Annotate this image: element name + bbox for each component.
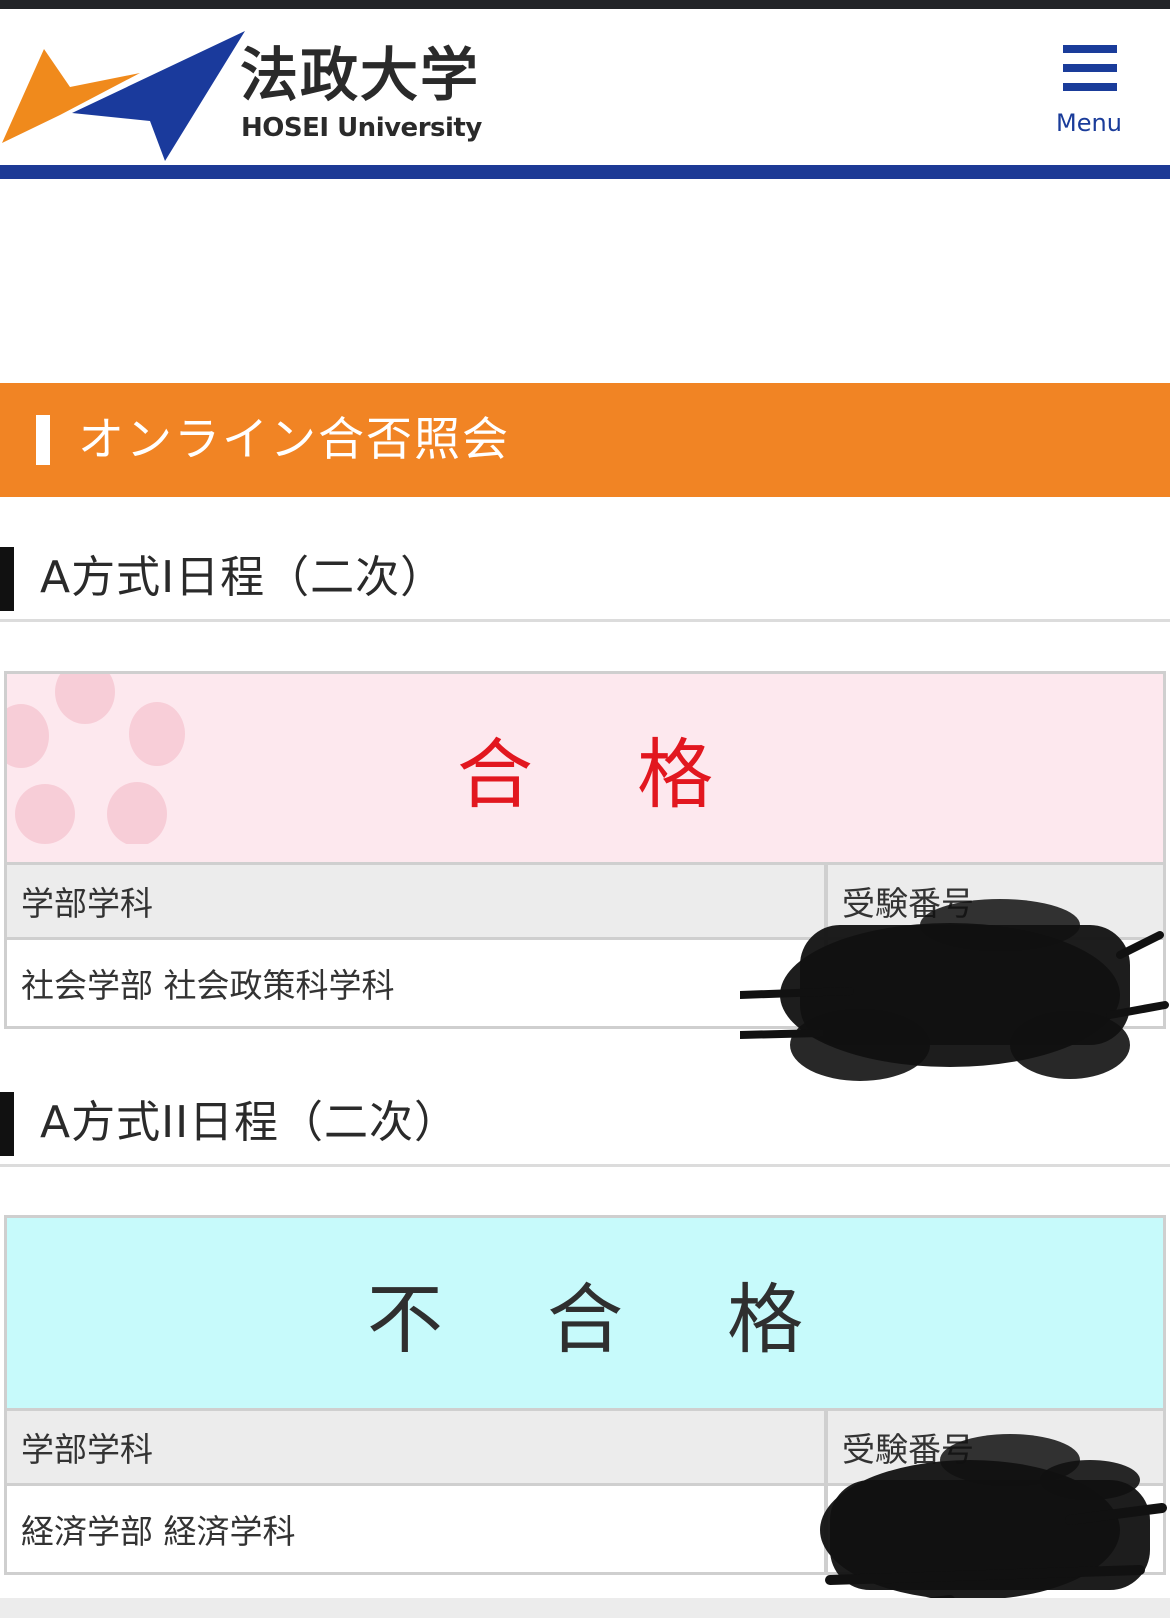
cell-department: 社会学部 社会政策科学科 <box>7 937 826 1026</box>
page-footer-strip <box>0 1598 1170 1618</box>
section-heading-2: A方式II日程（二次） <box>0 1082 1170 1167</box>
result-table-1: 学部学科 受験番号 社会学部 社会政策科学科 <box>7 862 1163 1026</box>
table-row: 社会学部 社会政策科学科 <box>7 937 1163 1026</box>
hosei-logo-mark-icon <box>2 31 245 161</box>
section-heading-bar <box>0 547 14 611</box>
column-header-department: 学部学科 <box>7 1408 826 1485</box>
cell-exam-number <box>824 1483 1163 1572</box>
result-card-2: 不 合 格 学部学科 受験番号 経済学部 経済学科 <box>4 1215 1166 1575</box>
section-heading-text: A方式I日程（二次） <box>40 552 446 603</box>
cell-department: 経済学部 経済学科 <box>7 1483 826 1572</box>
menu-label: Menu <box>1056 109 1122 137</box>
result-banner-pass: 合 格 <box>7 674 1163 862</box>
page-title: オンライン合否照会 <box>78 412 510 466</box>
result-status-fail: 不 合 格 <box>366 1275 844 1364</box>
header-divider <box>0 165 1170 179</box>
menu-button[interactable]: Menu <box>1040 39 1138 149</box>
cell-exam-number <box>824 937 1163 1026</box>
section-heading-bar <box>0 1092 14 1156</box>
column-header-exam-number: 受験番号 <box>824 862 1163 939</box>
section-heading-text: A方式II日程（二次） <box>40 1097 460 1148</box>
page: 法政大学 HOSEI University Menu オンライン合否照会 A方式… <box>0 0 1170 1618</box>
banner-accent-bar <box>36 415 50 465</box>
section-heading-1: A方式I日程（二次） <box>0 537 1170 622</box>
hamburger-icon <box>1063 45 1117 91</box>
table-row: 経済学部 経済学科 <box>7 1483 1163 1572</box>
page-title-banner: オンライン合否照会 <box>0 383 1170 497</box>
column-header-department: 学部学科 <box>7 862 826 939</box>
result-card-1: 合 格 学部学科 受験番号 社会学部 社会政策科学科 <box>4 671 1166 1029</box>
table-header-row: 学部学科 受験番号 <box>7 1408 1163 1485</box>
column-header-exam-number: 受験番号 <box>824 1408 1163 1485</box>
logo-link[interactable]: 法政大学 HOSEI University <box>0 9 520 165</box>
logo-text-japanese: 法政大学 <box>240 41 481 109</box>
result-status-pass: 合 格 <box>456 730 754 819</box>
logo-text-english: HOSEI University <box>241 113 482 143</box>
site-header: 法政大学 HOSEI University Menu <box>0 9 1170 165</box>
table-header-row: 学部学科 受験番号 <box>7 862 1163 939</box>
result-banner-fail: 不 合 格 <box>7 1218 1163 1408</box>
status-strip <box>0 0 1170 9</box>
result-table-2: 学部学科 受験番号 経済学部 経済学科 <box>7 1408 1163 1572</box>
